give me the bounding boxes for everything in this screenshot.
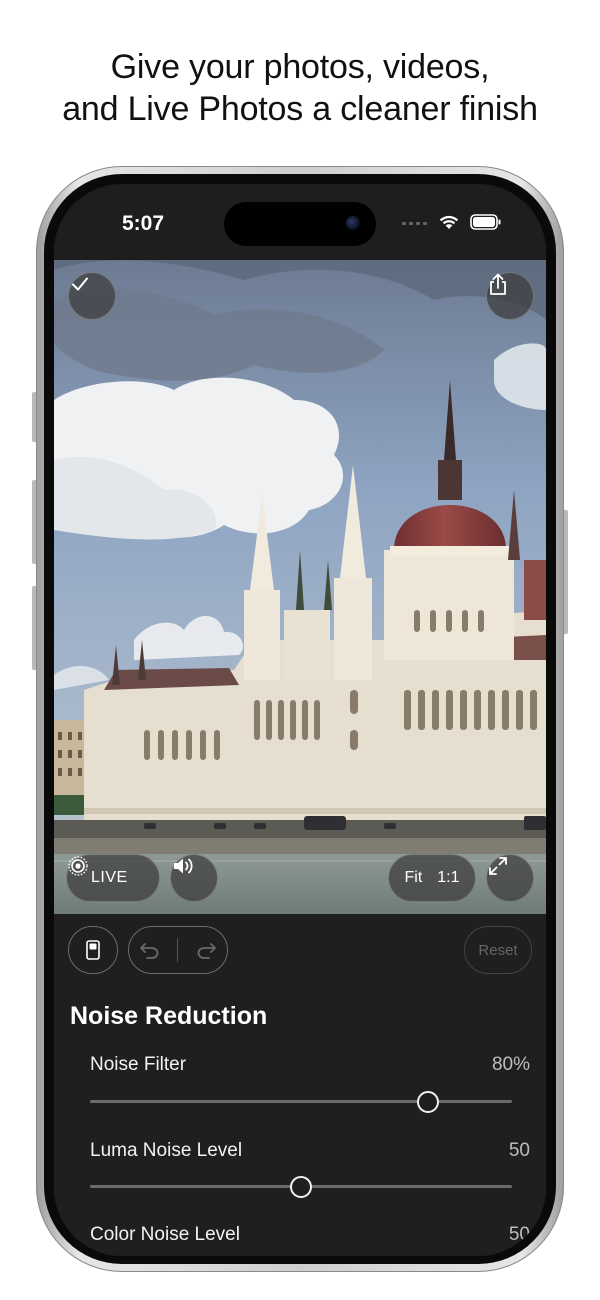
camera-icon <box>346 216 360 230</box>
status-time: 5:07 <box>122 212 165 235</box>
compare-button[interactable] <box>68 926 118 974</box>
share-button[interactable] <box>486 272 534 320</box>
undo-redo-group <box>128 926 228 974</box>
noise-filter-slider[interactable] <box>90 1090 512 1113</box>
checkmark-icon <box>72 277 88 291</box>
live-photo-icon <box>68 856 88 876</box>
headline-line-2: and Live Photos a cleaner finish <box>62 90 538 128</box>
undo-icon[interactable] <box>138 940 160 960</box>
luma-noise-slider[interactable] <box>90 1175 512 1198</box>
luma-noise-value: 50 <box>508 1140 530 1161</box>
sound-button[interactable] <box>170 854 218 902</box>
color-noise-value: 50 <box>508 1224 530 1245</box>
noise-filter-label: Noise Filter <box>90 1054 187 1075</box>
photo-preview[interactable]: LIVE Fit 1:1 <box>54 260 546 914</box>
done-button[interactable] <box>68 272 116 320</box>
status-icons <box>402 214 502 230</box>
adjustment-panel: Reset Noise Reduction Noise Filter 80% L… <box>54 914 546 1256</box>
live-photo-button[interactable]: LIVE <box>66 854 160 902</box>
luma-noise-label: Luma Noise Level <box>90 1140 243 1161</box>
marketing-headline: Give your photos, videos, and Live Photo… <box>0 46 600 130</box>
fullscreen-button[interactable] <box>486 854 534 902</box>
live-label: LIVE <box>91 869 128 886</box>
one-to-one-button[interactable]: 1:1 <box>437 869 459 887</box>
wifi-icon <box>439 215 459 229</box>
fit-button[interactable]: Fit <box>404 869 422 887</box>
expand-icon <box>489 857 507 875</box>
section-title: Noise Reduction <box>70 1002 268 1030</box>
divider <box>177 938 179 962</box>
compare-icon <box>86 940 100 960</box>
luma-noise-thumb[interactable] <box>290 1175 312 1198</box>
color-noise-label: Color Noise Level <box>90 1224 240 1245</box>
noise-filter-value: 80% <box>491 1054 530 1075</box>
phone-screen: 5:07 LIVE Fit 1:1 Reset Noise Reduction … <box>54 184 546 1256</box>
battery-icon <box>470 214 501 230</box>
noise-filter-thumb[interactable] <box>416 1090 439 1113</box>
share-icon <box>490 273 506 295</box>
status-bar: 5:07 <box>54 184 546 260</box>
headline-line-1: Give your photos, videos, <box>110 48 490 86</box>
parliament-photo <box>54 260 546 914</box>
speaker-icon <box>174 858 193 874</box>
redo-icon[interactable] <box>196 940 218 960</box>
reset-button[interactable]: Reset <box>464 926 532 974</box>
signal-icon <box>402 222 427 225</box>
dynamic-island <box>224 202 376 246</box>
zoom-mode-control: Fit 1:1 <box>388 854 476 902</box>
